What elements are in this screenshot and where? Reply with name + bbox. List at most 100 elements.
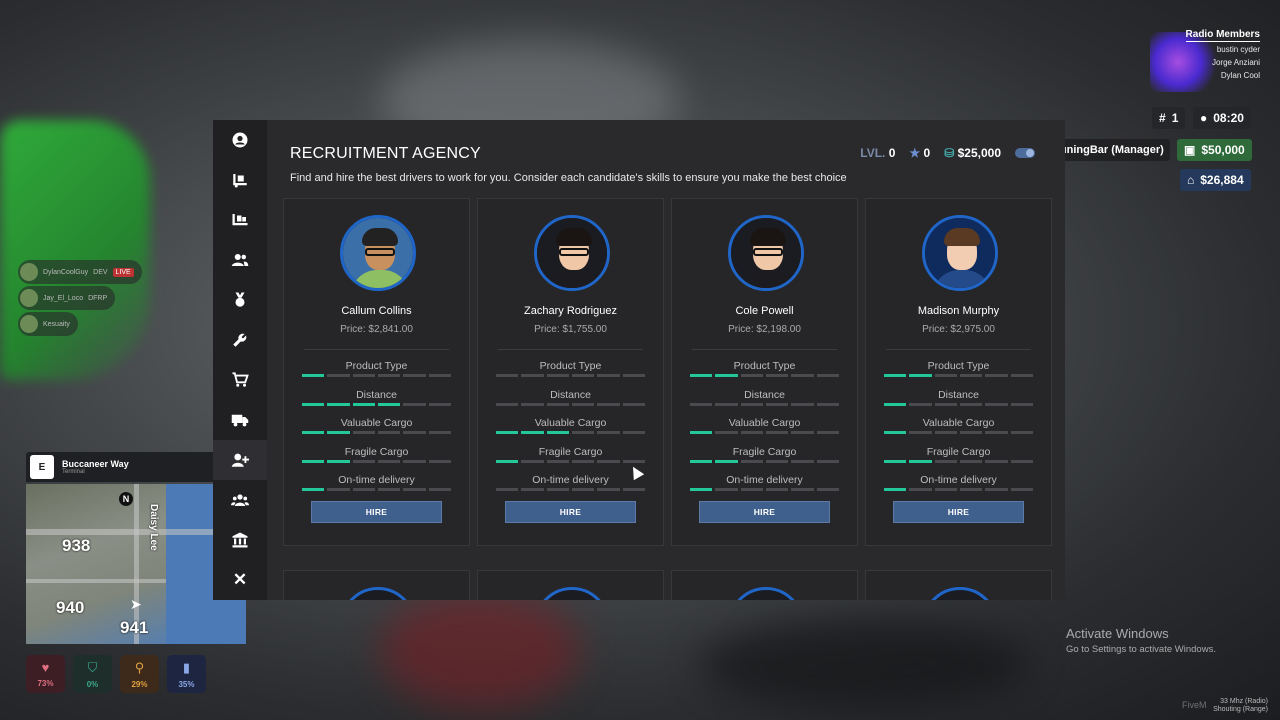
skill-row: Fragile Cargo: [496, 446, 645, 475]
pallet-icon: [232, 214, 248, 226]
skill-segment: [816, 488, 839, 491]
skill-row: Valuable Cargo: [496, 417, 645, 446]
money-stat: ⛁ $25,000: [944, 146, 1001, 160]
skill-segment: [496, 459, 519, 463]
skill-segment: [597, 431, 620, 434]
settings-toggle[interactable]: [1015, 148, 1035, 158]
sidebar-item-bank[interactable]: [213, 520, 267, 560]
user-icon: [232, 132, 248, 148]
skill-segment: [884, 374, 907, 377]
cash-icon: ▣: [1184, 143, 1196, 157]
skill-row: Fragile Cargo: [690, 446, 839, 475]
sidebar-item-achievements[interactable]: [213, 280, 267, 320]
skill-segment: [791, 459, 814, 463]
candidate-card: [865, 570, 1052, 600]
skill-label: Distance: [744, 388, 785, 401]
skill-segment: [740, 459, 763, 463]
candidate-card: [477, 570, 664, 600]
sidebar-item-employees[interactable]: [213, 240, 267, 280]
skill-segment: [352, 374, 375, 377]
skill-segment: [740, 374, 763, 377]
sidebar-item-trucks[interactable]: [213, 400, 267, 440]
skill-segment: [597, 374, 620, 377]
sidebar-item-loading[interactable]: [213, 160, 267, 200]
skill-bar: [884, 402, 1033, 406]
avatar-glasses: [753, 248, 783, 256]
skill-segment: [791, 402, 814, 406]
candidate-card: Madison Murphy Price: $2,975.00 Product …: [865, 198, 1052, 546]
avatar: [20, 289, 38, 307]
divider: [692, 349, 837, 350]
skill-segment: [816, 431, 839, 434]
skill-segment: [766, 488, 789, 491]
skill-bar: [884, 374, 1033, 377]
skill-segment: [496, 402, 519, 406]
sidebar-item-upgrades[interactable]: [213, 320, 267, 360]
sidebar-item-team[interactable]: [213, 480, 267, 520]
water-icon: ▮: [182, 659, 191, 675]
close-button[interactable]: ✕: [213, 560, 267, 600]
clock-icon: ●: [1200, 111, 1208, 125]
avatar: [922, 587, 998, 600]
skill-segment: [960, 459, 983, 463]
zone-label: 938: [62, 536, 91, 555]
skill-row: On-time delivery: [302, 474, 451, 503]
skill-bar: [496, 459, 645, 463]
skill-segment: [766, 459, 789, 463]
skill-row: Valuable Cargo: [884, 417, 1033, 446]
skill-segment: [715, 488, 738, 491]
sidebar-item-cargo[interactable]: [213, 200, 267, 240]
divider: [886, 349, 1031, 350]
activate-subtitle: Go to Settings to activate Windows.: [1066, 644, 1216, 655]
skill-label: Distance: [938, 388, 979, 401]
avatar: [340, 587, 416, 600]
thirst-value: 35%: [178, 679, 195, 689]
skill-segment: [428, 402, 451, 406]
skill-segment: [884, 402, 907, 406]
sidebar-item-recruitment[interactable]: [213, 440, 267, 480]
skills-list: Product Type Distance Valuable Cargo Fra…: [302, 360, 451, 503]
sidebar-item-profile[interactable]: [213, 120, 267, 160]
hire-button[interactable]: HIRE: [893, 501, 1024, 523]
skill-row: Distance: [690, 389, 839, 418]
medal-icon: [235, 292, 245, 307]
player-id-badge: # 1: [1152, 107, 1186, 129]
skill-segment: [428, 459, 451, 463]
skill-segment: [496, 374, 519, 377]
radio-title: Radio Members: [1185, 29, 1260, 42]
skill-segment: [378, 374, 401, 377]
bank-icon: ⌂: [1187, 173, 1195, 187]
skill-segment: [690, 374, 713, 377]
skill-segment: [884, 488, 907, 491]
sidebar-item-shop[interactable]: [213, 360, 267, 400]
skill-segment: [909, 402, 932, 406]
candidate-name: Zachary Rodriguez: [524, 305, 617, 317]
fivem-watermark: FiveM: [1182, 700, 1207, 710]
hire-button[interactable]: HIRE: [699, 501, 830, 523]
hire-button[interactable]: HIRE: [311, 501, 442, 523]
skill-segment: [690, 488, 713, 491]
candidate-price: Price: $2,198.00: [728, 324, 801, 335]
player-id: 1: [1171, 111, 1179, 125]
skill-segment: [521, 488, 544, 491]
skill-segment: [715, 459, 738, 463]
player-name: DylanCoolGuy: [43, 268, 89, 276]
skill-row: Fragile Cargo: [884, 446, 1033, 475]
player-list: DylanCoolGuy DEV LIVE Jay_El_Loco DFRP K…: [18, 260, 142, 338]
skill-segment: [428, 431, 451, 434]
avatar: [340, 215, 416, 291]
skill-label: Fragile Cargo: [732, 445, 797, 458]
avatar: [534, 215, 610, 291]
skill-segment: [546, 374, 569, 377]
skill-segment: [1010, 431, 1033, 434]
skill-segment: [960, 431, 983, 434]
skill-segment: [546, 402, 569, 406]
skill-bar: [302, 459, 451, 463]
food-icon: ⚲: [134, 659, 145, 675]
skill-segment: [985, 374, 1008, 377]
skill-segment: [403, 374, 426, 377]
hire-button[interactable]: HIRE: [505, 501, 636, 523]
skill-segment: [985, 431, 1008, 434]
avatar-hair: [556, 228, 592, 246]
skill-segment: [352, 488, 375, 491]
